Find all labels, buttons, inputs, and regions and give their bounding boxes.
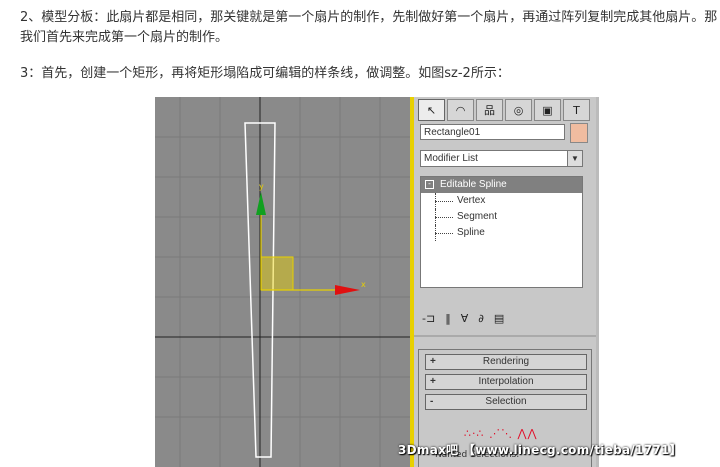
collapse-icon[interactable]: -: [425, 179, 434, 189]
command-panel: ↖ ◠ 品 ◎ ▣ T Rectangle01 Modifier List ▼ …: [414, 97, 596, 467]
watermark: 3Dmax吧 【www.linecg.com/tieba/1771】: [398, 443, 682, 457]
chevron-down-icon[interactable]: ▼: [567, 151, 582, 166]
command-panel-tabs: ↖ ◠ 品 ◎ ▣ T: [414, 97, 596, 121]
hierarchy-icon[interactable]: 品: [476, 99, 503, 121]
stack-toolbar: -⊐ ‖ ∀ ∂ ▤: [422, 309, 587, 327]
gizmo-x-label: x: [361, 280, 366, 289]
rollout-selection[interactable]: - Selection: [425, 394, 587, 410]
display-icon[interactable]: ▣: [534, 99, 561, 121]
motion-icon[interactable]: ◎: [505, 99, 532, 121]
create-icon[interactable]: ↖: [418, 99, 445, 121]
stack-subitem-segment[interactable]: Segment: [421, 209, 582, 225]
modify-icon[interactable]: ◠: [447, 99, 474, 121]
panel-divider: [414, 335, 596, 337]
modifier-stack: - Editable Spline Vertex Segment Spline: [420, 176, 583, 288]
paragraph-step-3: 3：首先，创建一个矩形，再将矩形塌陷成可编辑的样条线，做调整。如图sz-2所示：: [20, 66, 510, 81]
object-name-field[interactable]: Rectangle01: [420, 124, 565, 140]
viewport-canvas: x y: [155, 97, 410, 467]
viewport-top[interactable]: x y: [155, 97, 410, 467]
subobject-selection-icons[interactable]: ∴·∴ ⋰⋱ ⋀⋀: [464, 427, 538, 440]
panel-scrollbar[interactable]: [596, 97, 599, 467]
object-color-swatch[interactable]: [570, 123, 588, 143]
gizmo-x-arrow: [335, 285, 360, 295]
utilities-icon[interactable]: T: [563, 99, 590, 121]
configure-sets-icon[interactable]: ▤: [494, 312, 504, 325]
stack-item-label: Editable Spline: [440, 179, 507, 190]
modifier-list-label: Modifier List: [424, 153, 478, 164]
remove-modifier-icon[interactable]: ∂: [478, 312, 484, 325]
modifier-list-dropdown[interactable]: Modifier List ▼: [420, 150, 583, 167]
rollout-rendering[interactable]: + Rendering: [425, 354, 587, 370]
gizmo-xy-plane: [260, 256, 294, 291]
paragraph-step-2: 2、模型分板：此扇片都是相同，那关键就是第一个扇片的制作，先制做好第一个扇片，再…: [20, 10, 718, 45]
show-end-result-icon[interactable]: ‖: [445, 312, 451, 325]
gizmo-y-arrow: [256, 192, 266, 215]
gizmo-y-label: y: [259, 182, 264, 191]
rollout-interpolation[interactable]: + Interpolation: [425, 374, 587, 390]
make-unique-icon[interactable]: ∀: [461, 312, 469, 325]
pin-stack-icon[interactable]: -⊐: [422, 312, 435, 325]
stack-item-editable-spline[interactable]: - Editable Spline: [421, 177, 582, 193]
stack-subitem-spline[interactable]: Spline: [421, 225, 582, 241]
stack-subitem-vertex[interactable]: Vertex: [421, 193, 582, 209]
